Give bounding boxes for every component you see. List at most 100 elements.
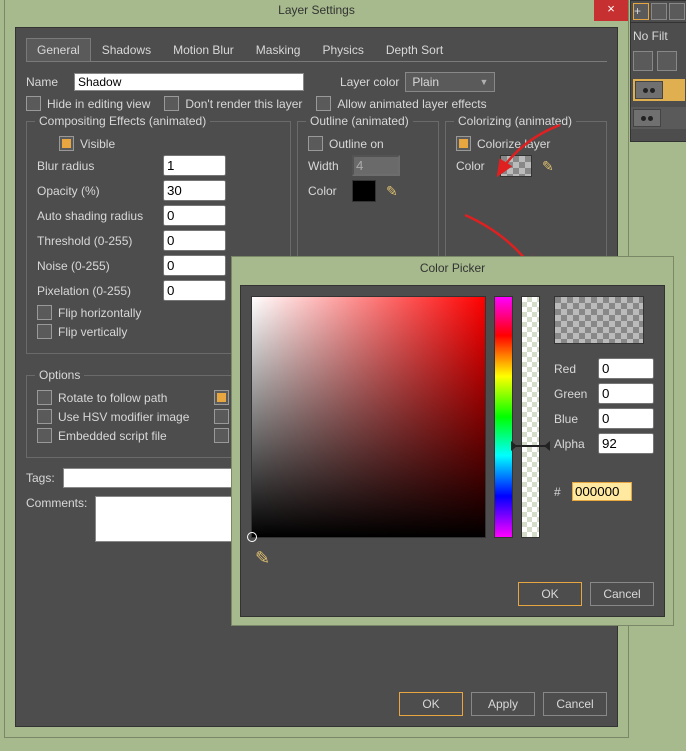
rotate-follow-label: Rotate to follow path xyxy=(58,391,208,405)
layer-color-dropdown[interactable]: Plain ▼ xyxy=(405,72,495,92)
hex-label: # xyxy=(554,485,566,499)
option-s-checkbox[interactable] xyxy=(214,390,229,405)
option-i2-checkbox[interactable] xyxy=(214,428,229,443)
rotate-follow-checkbox[interactable] xyxy=(37,390,52,405)
cancel-button[interactable]: Cancel xyxy=(543,692,607,716)
layer-tool-1[interactable] xyxy=(633,51,653,71)
alpha-label: Alpha xyxy=(554,437,592,451)
color-picker-dialog: Color Picker Red Green Blue Alpha # ✎ xyxy=(231,256,674,626)
dialog-title: Layer Settings × xyxy=(5,0,628,21)
embedded-script-checkbox[interactable] xyxy=(37,428,52,443)
blur-radius-input[interactable] xyxy=(163,155,226,176)
opacity-label: Opacity (%) xyxy=(37,184,157,198)
colorize-color-label: Color xyxy=(456,159,494,173)
colorizing-group-label: Colorizing (animated) xyxy=(454,114,576,128)
tab-shadows[interactable]: Shadows xyxy=(91,38,162,61)
allow-animated-label: Allow animated layer effects xyxy=(337,97,486,111)
dialog-title: Color Picker xyxy=(232,257,673,279)
tags-label: Tags: xyxy=(26,471,55,485)
dont-render-checkbox[interactable] xyxy=(164,96,179,111)
red-label: Red xyxy=(554,362,592,376)
outline-group-label: Outline (animated) xyxy=(306,114,413,128)
green-label: Green xyxy=(554,387,592,401)
autoshading-label: Auto shading radius xyxy=(37,209,157,223)
compositing-label: Compositing Effects (animated) xyxy=(35,114,210,128)
colorize-checkbox[interactable] xyxy=(456,136,471,151)
blur-radius-label: Blur radius xyxy=(37,159,157,173)
layer-row-selected[interactable] xyxy=(633,79,685,101)
dock-panel: + No Filt xyxy=(630,0,686,142)
visible-checkbox[interactable] xyxy=(59,136,74,151)
sv-cursor-icon xyxy=(247,532,257,542)
noise-label: Noise (0-255) xyxy=(37,259,157,273)
hex-input[interactable] xyxy=(572,482,632,501)
dialog-title-text: Color Picker xyxy=(420,261,485,275)
tab-physics[interactable]: Physics xyxy=(311,38,374,61)
name-label: Name xyxy=(26,75,68,89)
ok-button[interactable]: OK xyxy=(399,692,463,716)
threshold-label: Threshold (0-255) xyxy=(37,234,157,248)
hsv-checkbox[interactable] xyxy=(37,409,52,424)
pixelation-input[interactable] xyxy=(163,280,226,301)
comments-label: Comments: xyxy=(26,496,87,510)
layer-color-value: Plain xyxy=(412,75,439,89)
dock-icon-add[interactable]: + xyxy=(633,3,649,20)
flip-v-label: Flip vertically xyxy=(58,325,127,339)
tab-motion-blur[interactable]: Motion Blur xyxy=(162,38,245,61)
blue-label: Blue xyxy=(554,412,592,426)
cancel-button[interactable]: Cancel xyxy=(590,582,654,606)
layer-color-label: Layer color xyxy=(340,75,399,89)
tab-general[interactable]: General xyxy=(26,38,91,61)
eyedropper-icon[interactable]: ✎ xyxy=(538,158,554,175)
eyedropper-icon[interactable]: ✎ xyxy=(251,548,270,569)
layer-tool-2[interactable] xyxy=(657,51,677,71)
noise-input[interactable] xyxy=(163,255,226,276)
visibility-icon[interactable] xyxy=(633,109,661,127)
tab-masking[interactable]: Masking xyxy=(245,38,312,61)
close-icon[interactable]: × xyxy=(594,0,628,21)
threshold-input[interactable] xyxy=(163,230,226,251)
ok-button[interactable]: OK xyxy=(518,582,582,606)
filter-dropdown[interactable]: No Filt xyxy=(633,29,685,43)
allow-animated-checkbox[interactable] xyxy=(316,96,331,111)
hide-editing-checkbox[interactable] xyxy=(26,96,41,111)
outline-color-label: Color xyxy=(308,184,346,198)
pixelation-label: Pixelation (0-255) xyxy=(37,284,157,298)
tab-bar: General Shadows Motion Blur Masking Phys… xyxy=(26,38,607,62)
green-input[interactable] xyxy=(598,383,654,404)
dialog-title-text: Layer Settings xyxy=(278,3,355,17)
red-input[interactable] xyxy=(598,358,654,379)
options-label: Options xyxy=(35,368,84,382)
autoshading-input[interactable] xyxy=(163,205,226,226)
option-i-checkbox[interactable] xyxy=(214,409,229,424)
opacity-input[interactable] xyxy=(163,180,226,201)
visibility-icon[interactable] xyxy=(635,81,663,99)
flip-v-checkbox[interactable] xyxy=(37,324,52,339)
dock-icon-3[interactable] xyxy=(669,3,685,20)
dock-icon-dup[interactable] xyxy=(651,3,667,20)
alpha-slider-handle-icon xyxy=(516,445,545,447)
visible-label: Visible xyxy=(80,137,115,151)
colorize-color-swatch[interactable] xyxy=(500,155,532,177)
dont-render-label: Don't render this layer xyxy=(185,97,302,111)
outline-color-swatch[interactable] xyxy=(352,180,376,202)
name-input[interactable] xyxy=(74,73,304,91)
hsv-label: Use HSV modifier image xyxy=(58,410,208,424)
flip-h-checkbox[interactable] xyxy=(37,305,52,320)
hue-slider[interactable] xyxy=(494,296,513,538)
colorize-label: Colorize layer xyxy=(477,137,550,151)
color-preview-swatch xyxy=(554,296,644,344)
flip-h-label: Flip horizontally xyxy=(58,306,141,320)
chevron-down-icon: ▼ xyxy=(479,77,488,87)
layer-row[interactable] xyxy=(631,107,686,129)
apply-button[interactable]: Apply xyxy=(471,692,535,716)
tab-depth-sort[interactable]: Depth Sort xyxy=(375,38,454,61)
saturation-value-field[interactable] xyxy=(251,296,486,538)
alpha-input[interactable] xyxy=(598,433,654,454)
outline-width-label: Width xyxy=(308,159,346,173)
outline-width-input xyxy=(352,155,400,176)
alpha-slider[interactable] xyxy=(521,296,540,538)
eyedropper-icon[interactable]: ✎ xyxy=(382,183,398,200)
outline-on-checkbox[interactable] xyxy=(308,136,323,151)
blue-input[interactable] xyxy=(598,408,654,429)
